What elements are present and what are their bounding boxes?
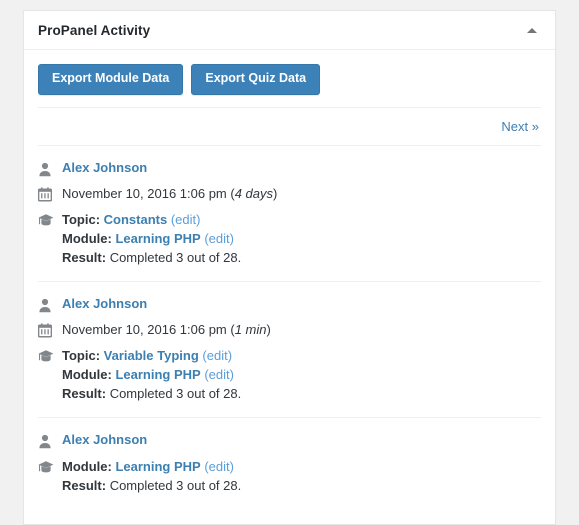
result-value: Completed 3 out of 28. [109, 249, 242, 265]
user-name-link[interactable]: Alex Johnson [62, 296, 147, 311]
calendar-icon [38, 321, 62, 340]
module-label: Module: [62, 230, 112, 246]
module-link[interactable]: Learning PHP [115, 367, 200, 382]
entry-details: Module: Learning PHP (edit) Result: Compl… [62, 457, 241, 495]
result-value: Completed 3 out of 28. [109, 477, 242, 493]
entry-user-row: Alex Johnson [38, 160, 541, 179]
entry-detail-row: Module: Learning PHP (edit) Result: Compl… [38, 457, 541, 495]
activity-entry: Alex Johnson November 10, 2016 1:06 pm (4… [38, 146, 541, 281]
calendar-icon [38, 185, 62, 204]
entry-timestamp: November 10, 2016 1:06 pm (4 days) [62, 185, 278, 201]
propanel-activity-panel: ProPanel Activity Export Module Data Exp… [23, 10, 556, 525]
module-label: Module: [62, 458, 112, 474]
triangle-up-icon [527, 27, 537, 33]
panel-collapse-toggle[interactable] [519, 17, 545, 43]
pagination-bar: Next » [38, 108, 541, 145]
user-icon [38, 160, 62, 179]
result-label: Result: [62, 249, 107, 265]
topic-link[interactable]: Constants [104, 212, 168, 227]
result-value: Completed 3 out of 28. [109, 385, 242, 401]
activity-entry: Alex Johnson Module: Learning PHP (edit) R… [38, 418, 541, 509]
entry-topic-line: Topic: Variable Typing (edit) [62, 346, 241, 365]
module-link[interactable]: Learning PHP [115, 459, 200, 474]
topic-label: Topic: [62, 211, 101, 227]
panel-body: Export Module Data Export Quiz Data Next… [24, 50, 555, 509]
entry-detail-row: Topic: Constants (edit) Module: Learning … [38, 210, 541, 267]
graduation-cap-icon [38, 210, 62, 229]
entry-result-line: Result: Completed 3 out of 28. [62, 248, 241, 267]
entry-details: Topic: Variable Typing (edit) Module: Lea… [62, 346, 241, 403]
panel-header: ProPanel Activity [24, 11, 555, 50]
module-link[interactable]: Learning PHP [115, 231, 200, 246]
user-name-link[interactable]: Alex Johnson [62, 432, 147, 447]
entry-user-row: Alex Johnson [38, 296, 541, 315]
entry-topic-line: Topic: Constants (edit) [62, 210, 241, 229]
export-quiz-data-button[interactable]: Export Quiz Data [191, 64, 321, 95]
user-name-link[interactable]: Alex Johnson [62, 160, 147, 175]
module-label: Module: [62, 366, 112, 382]
entry-date-row: November 10, 2016 1:06 pm (1 min) [38, 321, 541, 340]
topic-edit-link[interactable]: (edit) [202, 348, 232, 363]
entry-date-row: November 10, 2016 1:06 pm (4 days) [38, 185, 541, 204]
activity-entry: Alex Johnson November 10, 2016 1:06 pm (1… [38, 282, 541, 417]
entry-detail-row: Topic: Variable Typing (edit) Module: Lea… [38, 346, 541, 403]
entry-user-row: Alex Johnson [38, 432, 541, 451]
topic-edit-link[interactable]: (edit) [171, 212, 201, 227]
topic-link[interactable]: Variable Typing [104, 348, 199, 363]
export-button-row: Export Module Data Export Quiz Data [38, 50, 541, 107]
entry-details: Topic: Constants (edit) Module: Learning … [62, 210, 241, 267]
module-edit-link[interactable]: (edit) [204, 231, 234, 246]
entry-timestamp: November 10, 2016 1:06 pm (1 min) [62, 321, 271, 337]
user-icon [38, 432, 62, 451]
entry-relative-time: 4 days [234, 185, 274, 201]
result-label: Result: [62, 477, 107, 493]
entry-module-line: Module: Learning PHP (edit) [62, 365, 241, 384]
graduation-cap-icon [38, 457, 62, 476]
activity-list: Alex Johnson November 10, 2016 1:06 pm (4… [38, 146, 541, 509]
export-module-data-button[interactable]: Export Module Data [38, 64, 184, 95]
page-title: ProPanel Activity [38, 22, 151, 38]
graduation-cap-icon [38, 346, 62, 365]
entry-module-line: Module: Learning PHP (edit) [62, 229, 241, 248]
entry-result-line: Result: Completed 3 out of 28. [62, 384, 241, 403]
topic-label: Topic: [62, 347, 101, 363]
entry-module-line: Module: Learning PHP (edit) [62, 457, 241, 476]
entry-relative-time: 1 min [234, 321, 267, 337]
next-page-link[interactable]: Next » [501, 119, 539, 134]
module-edit-link[interactable]: (edit) [204, 367, 234, 382]
result-label: Result: [62, 385, 107, 401]
entry-result-line: Result: Completed 3 out of 28. [62, 476, 241, 495]
user-icon [38, 296, 62, 315]
module-edit-link[interactable]: (edit) [204, 459, 234, 474]
